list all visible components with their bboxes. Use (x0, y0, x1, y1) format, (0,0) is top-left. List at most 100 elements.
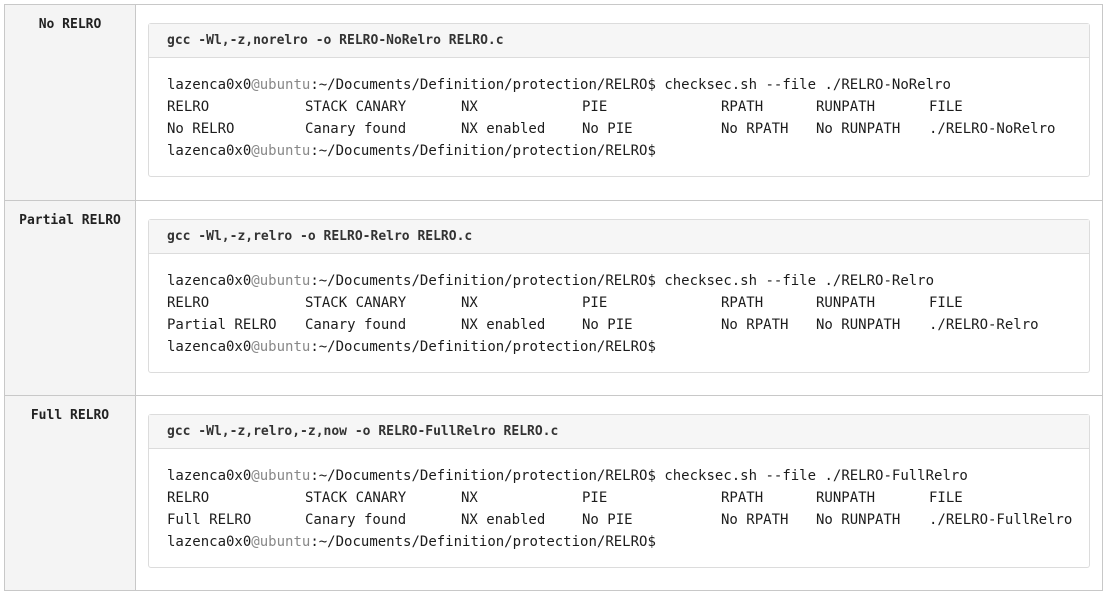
compile-command: gcc -Wl,-z,relro -o RELRO-Relro RELRO.c (149, 220, 1089, 254)
result-values-line: No RELRO Canary found NX enabled No PIE No R… (167, 118, 1071, 140)
header-file: FILE (929, 99, 963, 115)
row-label: Partial RELRO (19, 213, 121, 228)
header-nx: NX (461, 99, 478, 115)
value-nx: NX enabled (461, 512, 546, 528)
prompt-path: :~/Documents/Definition/protection/RELRO… (310, 273, 656, 289)
command-line: lazenca0x0@ubuntu:~/Documents/Definition… (167, 74, 1071, 96)
result-header-line: RELRO STACK CANARY NX PIE RPATH RUNPATH FILE (167, 487, 1071, 509)
code-block: gcc -Wl,-z,relro,-z,now -o RELRO-FullRel… (148, 414, 1090, 568)
command-text: checksec.sh --file ./RELRO-NoRelro (655, 77, 951, 93)
prompt-path: :~/Documents/Definition/protection/RELRO… (310, 468, 656, 484)
header-relro: RELRO (167, 99, 210, 115)
value-nx: NX enabled (461, 121, 546, 137)
compile-command: gcc -Wl,-z,norelro -o RELRO-NoRelro RELR… (149, 24, 1089, 58)
terminal-output[interactable]: lazenca0x0@ubuntu:~/Documents/Definition… (149, 58, 1089, 176)
row-label-cell: Partial RELRO (4, 200, 136, 396)
value-runpath: No RUNPATH (816, 121, 901, 137)
value-relro: Full RELRO (167, 512, 252, 528)
value-rpath: No RPATH (721, 317, 789, 333)
value-file: ./RELRO-NoRelro (929, 121, 1056, 137)
value-runpath: No RUNPATH (816, 512, 901, 528)
result-header-line: RELRO STACK CANARY NX PIE RPATH RUNPATH FILE (167, 292, 1071, 314)
prompt-at: @ (251, 77, 260, 93)
prompt-path: :~/Documents/Definition/protection/RELRO… (310, 143, 656, 159)
result-values-line: Partial RELRO Canary found NX enabled No PI… (167, 314, 1071, 336)
value-relro: No RELRO (167, 121, 235, 137)
prompt-host: ubuntu (259, 468, 311, 484)
value-relro: Partial RELRO (167, 317, 277, 333)
prompt-user: lazenca0x0 (167, 468, 252, 484)
prompt-at: @ (251, 273, 260, 289)
header-file: FILE (929, 295, 963, 311)
prompt-host: ubuntu (259, 143, 311, 159)
header-nx: NX (461, 295, 478, 311)
table-row: Partial RELRO gcc -Wl,-z,relro -o RELRO-… (4, 200, 1103, 396)
table-row: No RELRO gcc -Wl,-z,norelro -o RELRO-NoR… (4, 4, 1103, 201)
prompt-user: lazenca0x0 (167, 339, 252, 355)
row-label-cell: No RELRO (4, 4, 136, 201)
prompt-path: :~/Documents/Definition/protection/RELRO… (310, 77, 656, 93)
prompt-line: lazenca0x0@ubuntu:~/Documents/Definition… (167, 336, 1071, 358)
prompt-host: ubuntu (259, 339, 311, 355)
relro-table: No RELRO gcc -Wl,-z,norelro -o RELRO-NoR… (4, 4, 1103, 591)
header-relro: RELRO (167, 295, 210, 311)
value-nx: NX enabled (461, 317, 546, 333)
prompt-at: @ (251, 468, 260, 484)
value-pie: No PIE (582, 317, 633, 333)
prompt-user: lazenca0x0 (167, 77, 252, 93)
table-row: Full RELRO gcc -Wl,-z,relro,-z,now -o RE… (4, 395, 1103, 591)
prompt-at: @ (251, 339, 260, 355)
prompt-path: :~/Documents/Definition/protection/RELRO… (310, 534, 656, 550)
value-rpath: No RPATH (721, 512, 789, 528)
header-rpath: RPATH (721, 490, 764, 506)
header-rpath: RPATH (721, 99, 764, 115)
header-relro: RELRO (167, 490, 210, 506)
header-rpath: RPATH (721, 295, 764, 311)
prompt-host: ubuntu (259, 534, 311, 550)
prompt-line: lazenca0x0@ubuntu:~/Documents/Definition… (167, 140, 1071, 162)
prompt-host: ubuntu (259, 273, 311, 289)
value-stack-canary: Canary found (305, 121, 407, 137)
prompt-host: ubuntu (259, 77, 311, 93)
value-pie: No PIE (582, 512, 633, 528)
value-runpath: No RUNPATH (816, 317, 901, 333)
command-line: lazenca0x0@ubuntu:~/Documents/Definition… (167, 465, 1071, 487)
header-pie: PIE (582, 295, 608, 311)
prompt-user: lazenca0x0 (167, 534, 252, 550)
header-pie: PIE (582, 490, 608, 506)
header-runpath: RUNPATH (816, 490, 876, 506)
value-rpath: No RPATH (721, 121, 789, 137)
content-cell: gcc -Wl,-z,relro -o RELRO-Relro RELRO.c … (135, 200, 1103, 396)
prompt-at: @ (251, 534, 260, 550)
terminal-output[interactable]: lazenca0x0@ubuntu:~/Documents/Definition… (149, 254, 1089, 372)
value-file: ./RELRO-FullRelro (929, 512, 1073, 528)
header-runpath: RUNPATH (816, 295, 876, 311)
prompt-path: :~/Documents/Definition/protection/RELRO… (310, 339, 656, 355)
prompt-line: lazenca0x0@ubuntu:~/Documents/Definition… (167, 531, 1071, 553)
row-label: Full RELRO (30, 408, 110, 423)
prompt-user: lazenca0x0 (167, 273, 252, 289)
header-pie: PIE (582, 99, 608, 115)
command-text: checksec.sh --file ./RELRO-Relro (655, 273, 935, 289)
prompt-user: lazenca0x0 (167, 143, 252, 159)
compile-command: gcc -Wl,-z,relro,-z,now -o RELRO-FullRel… (149, 415, 1089, 449)
value-file: ./RELRO-Relro (929, 317, 1039, 333)
code-block: gcc -Wl,-z,norelro -o RELRO-NoRelro RELR… (148, 23, 1090, 177)
terminal-output[interactable]: lazenca0x0@ubuntu:~/Documents/Definition… (149, 449, 1089, 567)
value-pie: No PIE (582, 121, 633, 137)
code-block: gcc -Wl,-z,relro -o RELRO-Relro RELRO.c … (148, 219, 1090, 373)
content-cell: gcc -Wl,-z,norelro -o RELRO-NoRelro RELR… (135, 4, 1103, 201)
result-values-line: Full RELRO Canary found NX enabled No PIE No… (167, 509, 1073, 531)
value-stack-canary: Canary found (305, 317, 407, 333)
row-label: No RELRO (38, 17, 102, 32)
result-header-line: RELRO STACK CANARY NX PIE RPATH RUNPATH FILE (167, 96, 1071, 118)
row-label-cell: Full RELRO (4, 395, 136, 591)
header-file: FILE (929, 490, 963, 506)
header-runpath: RUNPATH (816, 99, 876, 115)
command-text: checksec.sh --file ./RELRO-FullRelro (655, 468, 968, 484)
value-stack-canary: Canary found (305, 512, 407, 528)
header-stack-canary: STACK CANARY (305, 490, 407, 506)
command-line: lazenca0x0@ubuntu:~/Documents/Definition… (167, 270, 1071, 292)
header-stack-canary: STACK CANARY (305, 295, 407, 311)
header-stack-canary: STACK CANARY (305, 99, 407, 115)
